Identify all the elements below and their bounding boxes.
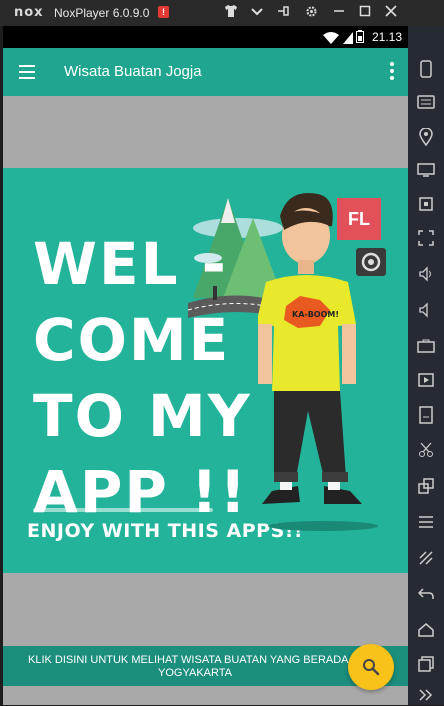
expand-icon[interactable] — [416, 686, 436, 706]
keyboard-icon[interactable] — [416, 94, 436, 114]
window-title: NoxPlayer 6.0.9.0 — [54, 6, 150, 20]
menu-icon[interactable] — [416, 514, 436, 534]
minimize-icon[interactable] — [330, 5, 348, 21]
warning-badge[interactable]: ! — [158, 6, 169, 18]
shake-icon[interactable] — [416, 550, 436, 570]
welcome-banner: WEL - COME TO MY APP !! ENJOY WITH THIS … — [3, 168, 408, 573]
welcome-text: WEL - COME TO MY APP !! — [33, 226, 252, 530]
home-icon[interactable] — [416, 622, 436, 642]
location-icon[interactable] — [416, 127, 436, 148]
search-fab[interactable] — [348, 644, 394, 690]
monitor-icon[interactable] — [416, 162, 436, 182]
app-bar: Wisata Buatan Jogja — [3, 48, 408, 96]
fullscreen-icon[interactable] — [416, 230, 436, 250]
pin-icon[interactable] — [274, 5, 292, 21]
status-bar: 21.13 — [3, 26, 408, 48]
footer-text: KLIK DISINI UNTUK MELIHAT WISATA BUATAN … — [28, 654, 362, 679]
welcome-line-4: APP !! — [33, 458, 248, 526]
shirt-text: KA-BOOM! — [292, 310, 339, 319]
close-icon[interactable] — [382, 5, 400, 21]
gear-icon[interactable] — [302, 5, 320, 21]
search-icon — [363, 659, 380, 676]
screenshot-icon[interactable] — [416, 196, 436, 216]
status-time: 21.13 — [371, 30, 402, 44]
overflow-menu-icon[interactable] — [390, 62, 394, 82]
hamburger-menu-icon[interactable] — [19, 65, 35, 79]
toolbox-icon[interactable] — [416, 338, 436, 358]
welcome-line-3: TO MY — [33, 382, 252, 450]
emulator-sidebar — [408, 26, 444, 705]
character-illustration: KA-BOOM! — [258, 192, 378, 531]
volume-up-icon[interactable] — [416, 266, 436, 286]
scissors-icon[interactable] — [416, 442, 436, 462]
bottom-spacer — [3, 573, 408, 646]
top-spacer — [3, 96, 408, 168]
shirt-icon[interactable] — [222, 5, 240, 21]
phone-icon[interactable] — [416, 60, 436, 80]
title-bar: nox NoxPlayer 6.0.9.0 ! — [0, 0, 444, 26]
welcome-line-2: COME — [33, 306, 231, 374]
volume-down-icon[interactable] — [416, 302, 436, 322]
apk-icon[interactable] — [416, 406, 436, 426]
signal-icon — [343, 31, 353, 49]
chevron-down-icon[interactable] — [248, 5, 266, 21]
back-icon[interactable] — [416, 586, 436, 606]
nox-logo: nox — [14, 5, 44, 20]
screen-record-icon[interactable] — [416, 372, 436, 392]
recent-apps-icon[interactable] — [416, 656, 436, 676]
welcome-underline — [33, 508, 213, 512]
maximize-icon[interactable] — [356, 5, 374, 21]
welcome-line-1: WEL - — [33, 230, 228, 298]
app-title: Wisata Buatan Jogja — [64, 63, 202, 80]
android-screen: 21.13 Wisata Buatan Jogja WEL - COME TO … — [3, 26, 408, 705]
wifi-icon — [323, 31, 339, 49]
multi-window-icon[interactable] — [416, 478, 436, 498]
battery-icon — [356, 30, 364, 48]
